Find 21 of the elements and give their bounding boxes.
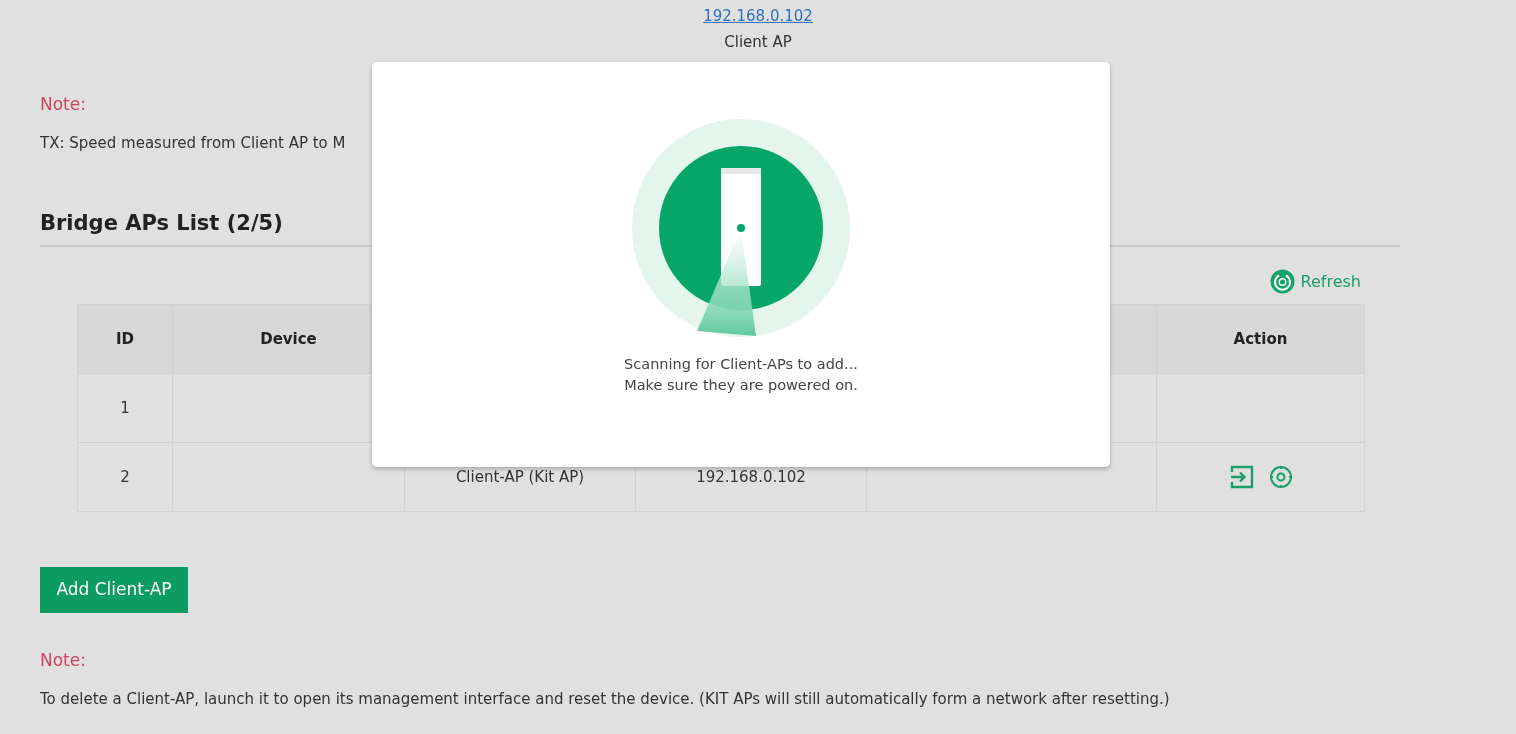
login-icon[interactable] [1228, 464, 1255, 490]
column-header: Device [260, 328, 317, 350]
column-header: Action [1233, 328, 1288, 350]
note-title: Note: [40, 649, 86, 671]
refresh-icon [1269, 269, 1295, 294]
add-client-ap-button[interactable]: Add Client-AP [40, 567, 188, 613]
device-role-label: Client AP [724, 32, 792, 52]
table-cell-text: Client-AP (Kit AP) [455, 466, 585, 488]
table-cell-text: 1 [120, 397, 130, 419]
scanning-message: Scanning for Client-APs to add... [624, 355, 858, 374]
refresh-button[interactable]: Refresh [1269, 269, 1361, 294]
scanning-message: Make sure they are powered on. [624, 376, 858, 395]
table-cell-text: 192.168.0.102 [696, 466, 806, 488]
note-text: TX: Speed measured from Client AP to M [40, 133, 346, 153]
settings-icon[interactable] [1268, 465, 1293, 489]
table-cell-text: 2 [120, 466, 130, 488]
section-heading: Bridge APs List (2/5) [40, 210, 283, 237]
device-address-link[interactable]: 192.168.0.102 [703, 6, 813, 26]
note-text: To delete a Client-AP, launch it to open its management interface and reset the device. (KIT APs will still automatically form a network after resetting.) [40, 689, 1170, 709]
column-header: ID [115, 328, 134, 350]
note-title: Note: [40, 93, 86, 115]
